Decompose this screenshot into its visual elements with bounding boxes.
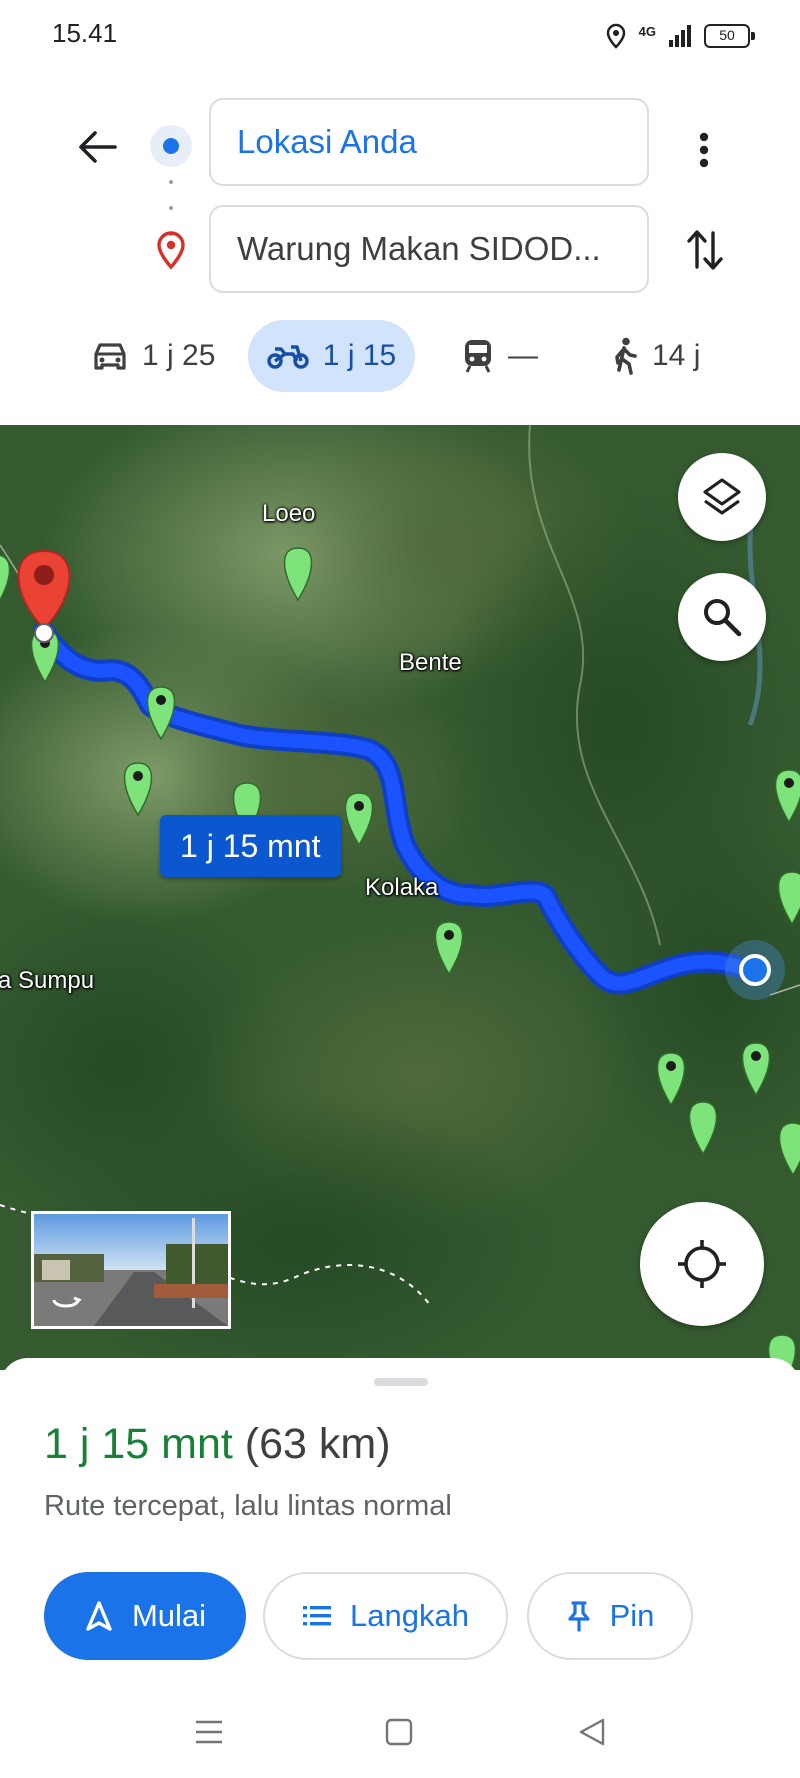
system-back-button[interactable] <box>570 1710 614 1754</box>
start-navigation-button[interactable]: Mulai <box>44 1572 246 1660</box>
route-summary-sheet: 1 j 15 mnt (63 km) Rute tercepat, lalu l… <box>0 1358 800 1688</box>
layers-button[interactable] <box>678 453 766 541</box>
mode-tab-transit[interactable]: — <box>462 320 538 392</box>
home-button[interactable] <box>377 1710 421 1754</box>
train-icon <box>465 340 491 373</box>
car-icon <box>94 343 126 370</box>
poi-marker[interactable] <box>688 1101 718 1156</box>
destination-pin-icon <box>157 231 185 270</box>
map-label-bente: Bente <box>399 649 462 676</box>
more-vert-icon <box>699 132 709 168</box>
poi-marker[interactable] <box>656 1052 686 1107</box>
mode-walk-label: 14 j <box>652 339 701 372</box>
destination-marker[interactable] <box>17 549 71 643</box>
poi-marker[interactable] <box>344 792 374 847</box>
search-icon <box>704 599 742 637</box>
poi-marker[interactable] <box>123 762 153 817</box>
mode-transit-label: — <box>508 339 538 372</box>
route-description: Rute tercepat, lalu lintas normal <box>44 1490 452 1522</box>
map-view[interactable]: Loeo Bente Kolaka a Sumpu 1 j 15 mnt <box>0 425 800 1370</box>
sheet-drag-handle[interactable] <box>374 1378 428 1386</box>
navigation-arrow-icon <box>86 1601 112 1631</box>
route-duration: 1 j 15 mnt <box>44 1420 233 1468</box>
route-time-callout[interactable]: 1 j 15 mnt <box>160 815 341 877</box>
layers-icon <box>703 478 741 515</box>
street-view-thumbnail[interactable] <box>31 1211 231 1329</box>
origin-input[interactable]: Lokasi Anda <box>209 98 649 186</box>
mode-motorcycle-label: 1 j 15 <box>322 339 397 372</box>
poi-marker[interactable] <box>434 921 464 976</box>
my-location-icon <box>678 1240 726 1288</box>
mode-tab-car[interactable]: 1 j 25 <box>92 320 215 392</box>
map-label-kolaka: Kolaka <box>365 874 439 901</box>
more-options-button[interactable] <box>684 122 724 178</box>
my-location-button[interactable] <box>640 1202 764 1326</box>
mode-tab-motorcycle[interactable]: 1 j 15 <box>248 320 415 392</box>
location-icon <box>606 23 625 49</box>
menu-icon <box>196 1720 222 1744</box>
battery-icon: 50 <box>704 24 755 48</box>
pin-button-label: Pin <box>609 1598 655 1633</box>
search-along-route-button[interactable] <box>678 573 766 661</box>
travel-mode-tabs: 1 j 25 1 j 15 — 14 j <box>0 320 800 396</box>
pin-icon <box>567 1601 590 1632</box>
directions-header: Lokasi Anda Warung Makan SIDOD... 1 j 25 <box>0 72 800 425</box>
current-location-dot <box>739 954 771 986</box>
list-icon <box>303 1606 332 1626</box>
network-type: 4G <box>638 24 656 39</box>
recents-button[interactable] <box>187 1710 231 1754</box>
status-time: 15.41 <box>52 18 118 48</box>
status-icons: 4G 50 <box>605 20 755 52</box>
walking-icon <box>615 337 637 375</box>
arrow-back-icon <box>79 131 117 163</box>
poi-marker[interactable] <box>778 1122 800 1177</box>
map-label-sumpu: a Sumpu <box>0 967 95 994</box>
route-connector <box>168 180 174 236</box>
swap-button[interactable] <box>678 220 732 280</box>
status-bar: 15.41 4G 50 <box>0 0 800 72</box>
mode-tab-walk[interactable]: 14 j <box>610 320 700 392</box>
poi-marker[interactable] <box>146 686 176 741</box>
origin-dot-icon <box>150 125 192 167</box>
map-label-loeo: Loeo <box>262 500 316 527</box>
mode-car-label: 1 j 25 <box>142 339 216 372</box>
back-triangle-icon <box>579 1718 605 1746</box>
pin-button[interactable]: Pin <box>527 1572 693 1660</box>
signal-icon <box>669 25 691 47</box>
destination-input[interactable]: Warung Makan SIDOD... <box>209 205 649 293</box>
poi-marker[interactable] <box>774 769 800 824</box>
system-navigation-bar <box>0 1688 800 1778</box>
route-summary: 1 j 15 mnt (63 km) <box>44 1420 391 1469</box>
swap-vert-icon <box>687 230 723 270</box>
poi-marker[interactable] <box>777 871 800 926</box>
route-distance: (63 km) <box>244 1420 391 1468</box>
motorcycle-icon <box>267 345 309 369</box>
poi-marker-partial[interactable] <box>0 554 11 607</box>
steps-button[interactable]: Langkah <box>263 1572 508 1660</box>
back-button[interactable] <box>70 120 124 174</box>
poi-marker[interactable] <box>741 1042 771 1097</box>
start-button-label: Mulai <box>131 1598 207 1633</box>
poi-marker[interactable] <box>283 547 313 602</box>
steps-button-label: Langkah <box>350 1598 469 1633</box>
street-view-photo <box>34 1214 228 1326</box>
home-square-icon <box>385 1718 413 1746</box>
